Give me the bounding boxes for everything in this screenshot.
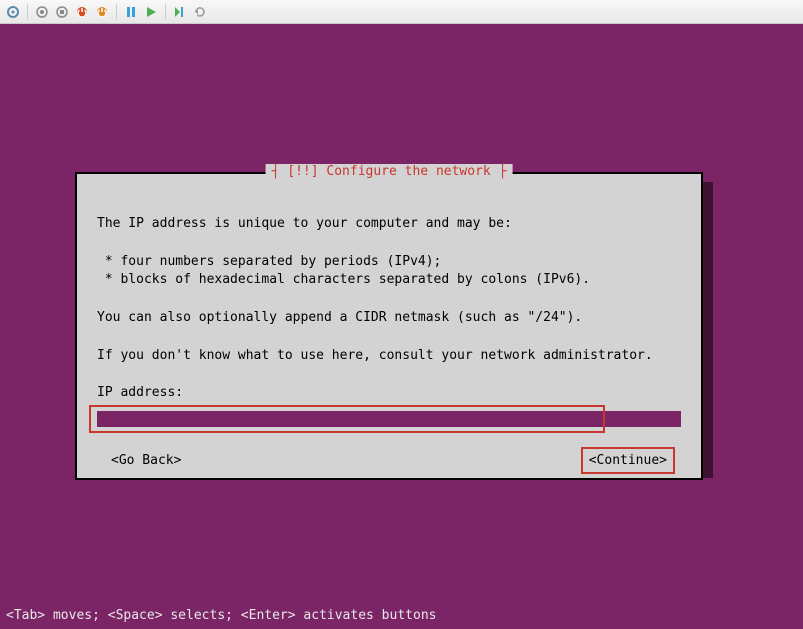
installer-screen: ┤ [!!] Configure the network ├ The IP ad… bbox=[0, 24, 803, 629]
separator bbox=[165, 4, 166, 20]
continue-button[interactable]: <Continue> bbox=[585, 451, 671, 470]
separator bbox=[27, 4, 28, 20]
reset-icon[interactable] bbox=[191, 3, 209, 21]
desc-bullet: * blocks of hexadecimal characters separ… bbox=[97, 272, 590, 287]
desc-line: The IP address is unique to your compute… bbox=[97, 216, 512, 231]
dialog-body: The IP address is unique to your compute… bbox=[97, 196, 681, 403]
ip-address-input-row bbox=[97, 411, 681, 427]
power-icon[interactable] bbox=[93, 3, 111, 21]
title-prefix: [!!] bbox=[287, 164, 318, 179]
continue-label: <Continue> bbox=[589, 453, 667, 468]
desc-bullet: * four numbers separated by periods (IPv… bbox=[97, 254, 441, 269]
go-back-button[interactable]: <Go Back> bbox=[107, 451, 185, 470]
title-text: Configure the network bbox=[326, 164, 490, 179]
step-icon[interactable] bbox=[171, 3, 189, 21]
separator bbox=[116, 4, 117, 20]
stop-icon[interactable] bbox=[53, 3, 71, 21]
field-label: IP address: bbox=[97, 385, 183, 400]
dialog-title: ┤ [!!] Configure the network ├ bbox=[266, 164, 513, 179]
power-off-icon[interactable] bbox=[73, 3, 91, 21]
ip-address-input[interactable] bbox=[97, 411, 681, 427]
vm-toolbar bbox=[0, 0, 803, 24]
pause-icon[interactable] bbox=[122, 3, 140, 21]
network-config-dialog: ┤ [!!] Configure the network ├ The IP ad… bbox=[75, 172, 703, 480]
footer-hint: <Tab> moves; <Space> selects; <Enter> ac… bbox=[6, 608, 436, 623]
play-icon[interactable] bbox=[142, 3, 160, 21]
desc-line: You can also optionally append a CIDR ne… bbox=[97, 310, 582, 325]
dialog-buttons: <Go Back> <Continue> bbox=[97, 451, 681, 470]
desc-line: If you don't know what to use here, cons… bbox=[97, 348, 653, 363]
settings-icon[interactable] bbox=[4, 3, 22, 21]
record-icon[interactable] bbox=[33, 3, 51, 21]
